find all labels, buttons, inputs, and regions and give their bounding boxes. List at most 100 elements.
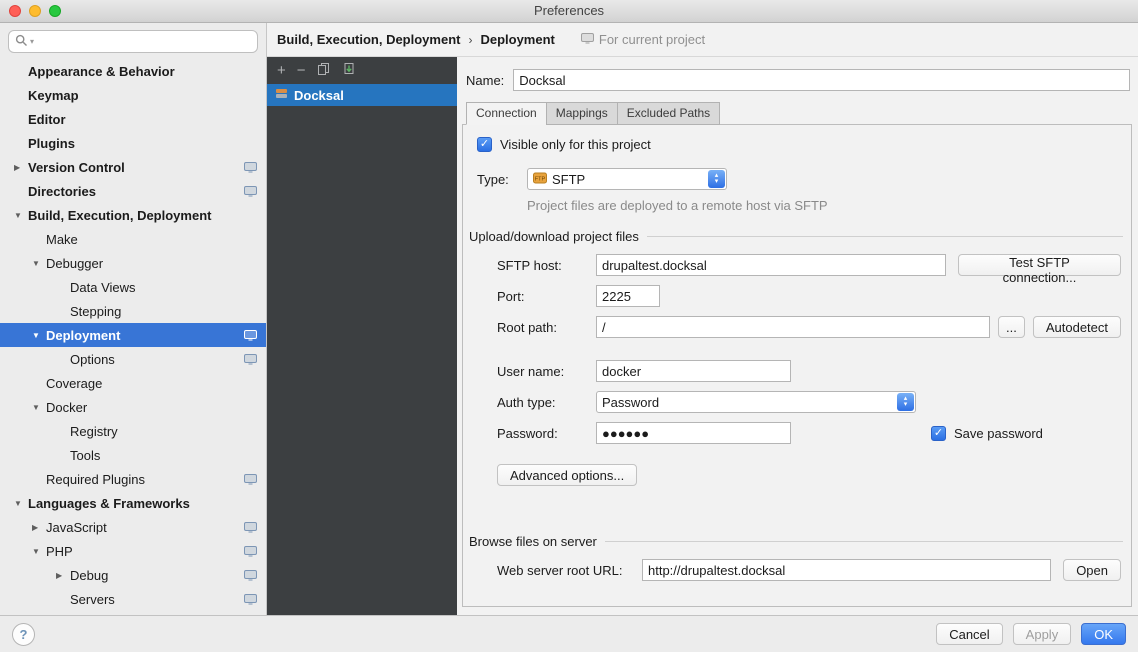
checkmark-icon: ✓ [934, 428, 943, 439]
sidebar-item-label: Tools [70, 448, 100, 463]
breadcrumb-deployment[interactable]: Deployment [480, 32, 554, 47]
zoom-button[interactable] [49, 5, 61, 17]
sidebar-item-stepping[interactable]: Stepping [0, 299, 266, 323]
sftp-protocol-icon: FTP [533, 172, 547, 187]
password-input[interactable] [596, 422, 791, 444]
chevron-right-icon[interactable]: ▶ [30, 523, 46, 532]
tab-mappings[interactable]: Mappings [546, 102, 618, 125]
titlebar: Preferences [0, 0, 1138, 23]
root-path-label: Root path: [497, 320, 596, 335]
sidebar-item-editor[interactable]: Editor [0, 107, 266, 131]
sidebar-item-label: Build, Execution, Deployment [28, 208, 211, 223]
tab-excluded-paths[interactable]: Excluded Paths [617, 102, 720, 125]
chevron-down-icon[interactable]: ▼ [30, 259, 46, 268]
add-server-icon[interactable]: + [277, 63, 286, 78]
sidebar-item-docker[interactable]: ▼ Docker [0, 395, 266, 419]
sidebar-item-debugger[interactable]: ▼ Debugger [0, 251, 266, 275]
deployment-config-panel: Name: Connection Mappings Excluded Paths… [457, 57, 1138, 615]
type-help-text: Project files are deployed to a remote h… [527, 198, 1125, 213]
root-path-input[interactable] [596, 316, 990, 338]
sidebar-item-options[interactable]: Options [0, 347, 266, 371]
sidebar-item-appearance-behavior[interactable]: Appearance & Behavior [0, 59, 266, 83]
web-server-root-url-input[interactable] [642, 559, 1051, 581]
save-password-checkbox[interactable]: ✓ [931, 426, 946, 441]
chevron-down-icon[interactable]: ▼ [30, 547, 46, 556]
sidebar-item-version-control[interactable]: ▶ Version Control [0, 155, 266, 179]
sidebar-item-label: Servers [70, 592, 115, 607]
sidebar-item-directories[interactable]: Directories [0, 179, 266, 203]
sidebar-item-required-plugins[interactable]: Required Plugins [0, 467, 266, 491]
type-select[interactable]: FTP SFTP ▴ ▾ [527, 168, 727, 190]
sidebar-item-make[interactable]: Make [0, 227, 266, 251]
sidebar-item-languages-frameworks[interactable]: ▼ Languages & Frameworks [0, 491, 266, 515]
sidebar-item-label: Editor [28, 112, 66, 127]
project-settings-icon [244, 330, 257, 341]
svg-text:FTP: FTP [535, 176, 546, 182]
sidebar-item-data-views[interactable]: Data Views [0, 275, 266, 299]
server-list-toolbar: + − [267, 57, 457, 84]
minimize-button[interactable] [29, 5, 41, 17]
port-label: Port: [497, 289, 596, 304]
name-input[interactable] [513, 69, 1130, 91]
traffic-lights [9, 5, 61, 17]
sidebar-item-debug[interactable]: ▶ Debug [0, 563, 266, 587]
sidebar-item-registry[interactable]: Registry [0, 419, 266, 443]
chevron-right-icon[interactable]: ▶ [12, 163, 28, 172]
copy-server-icon[interactable] [317, 62, 331, 79]
user-name-input[interactable] [596, 360, 791, 382]
section-divider [605, 541, 1123, 542]
chevron-down-icon[interactable]: ▼ [30, 331, 46, 340]
sidebar-item-keymap[interactable]: Keymap [0, 83, 266, 107]
sidebar-item-label: Registry [70, 424, 118, 439]
close-button[interactable] [9, 5, 21, 17]
sidebar-item-build-execution-deployment[interactable]: ▼ Build, Execution, Deployment [0, 203, 266, 227]
stepper-down-icon: ▾ [904, 402, 908, 408]
sidebar-item-label: Stepping [70, 304, 121, 319]
sidebar-item-deployment[interactable]: ▼ Deployment [0, 323, 266, 347]
open-button[interactable]: Open [1063, 559, 1121, 581]
dropdown-stepper-icon[interactable]: ▴ ▾ [708, 170, 725, 188]
chevron-down-icon[interactable]: ▼ [12, 499, 28, 508]
sidebar-item-javascript[interactable]: ▶ JavaScript [0, 515, 266, 539]
settings-search-input[interactable]: ▾ [8, 30, 258, 53]
autodetect-button[interactable]: Autodetect [1033, 316, 1121, 338]
remove-server-icon[interactable]: − [297, 63, 306, 78]
test-sftp-connection-button[interactable]: Test SFTP connection... [958, 254, 1121, 276]
import-server-icon[interactable] [342, 62, 356, 79]
chevron-right-icon[interactable]: ▶ [54, 571, 70, 580]
cancel-button[interactable]: Cancel [936, 623, 1002, 645]
stepper-down-icon: ▾ [715, 179, 719, 185]
sidebar-item-label: Plugins [28, 136, 75, 151]
visible-only-checkbox[interactable]: ✓ [477, 137, 492, 152]
section-divider [647, 236, 1123, 237]
server-icon [275, 87, 288, 103]
chevron-down-icon[interactable]: ▼ [12, 211, 28, 220]
browse-root-path-button[interactable]: ... [998, 316, 1025, 338]
sidebar-item-plugins[interactable]: Plugins [0, 131, 266, 155]
sidebar-item-coverage[interactable]: Coverage [0, 371, 266, 395]
project-settings-icon [244, 162, 257, 173]
sidebar-item-label: Coverage [46, 376, 102, 391]
sidebar-item-tools[interactable]: Tools [0, 443, 266, 467]
server-list-item-docksal[interactable]: Docksal [267, 84, 457, 106]
tab-connection[interactable]: Connection [466, 102, 547, 125]
chevron-down-icon[interactable]: ▼ [30, 403, 46, 412]
breadcrumb-build-execution-deployment[interactable]: Build, Execution, Deployment [277, 32, 460, 47]
port-input[interactable] [596, 285, 660, 307]
apply-button[interactable]: Apply [1013, 623, 1072, 645]
ok-button[interactable]: OK [1081, 623, 1126, 645]
project-settings-icon [244, 546, 257, 557]
advanced-options-button[interactable]: Advanced options... [497, 464, 637, 486]
auth-type-select[interactable]: Password ▴ ▾ [596, 391, 916, 413]
connection-tab-content: ✓ Visible only for this project Type: [462, 124, 1132, 607]
deployment-tabs: Connection Mappings Excluded Paths [466, 102, 1132, 125]
sidebar-item-label: Languages & Frameworks [28, 496, 190, 511]
search-history-chevron-icon[interactable]: ▾ [30, 37, 34, 46]
help-button[interactable]: ? [12, 623, 35, 646]
sidebar-item-php[interactable]: ▼ PHP [0, 539, 266, 563]
sidebar-item-label: Keymap [28, 88, 79, 103]
sftp-host-input[interactable] [596, 254, 946, 276]
dropdown-stepper-icon[interactable]: ▴ ▾ [897, 393, 914, 411]
settings-sidebar: ▾ Appearance & Behavior Keymap Editor [0, 23, 267, 615]
sidebar-item-servers[interactable]: Servers [0, 587, 266, 611]
